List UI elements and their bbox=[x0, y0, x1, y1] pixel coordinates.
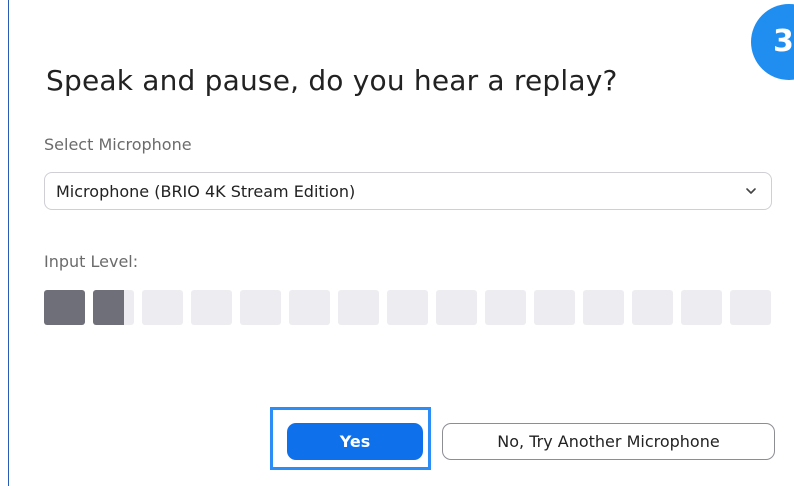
level-segment bbox=[142, 290, 183, 325]
microphone-select[interactable]: Microphone (BRIO 4K Stream Edition) bbox=[44, 172, 772, 210]
level-segment bbox=[44, 290, 85, 325]
try-another-microphone-button[interactable]: No, Try Another Microphone bbox=[442, 423, 775, 460]
level-segment bbox=[681, 290, 722, 325]
input-level-meter bbox=[44, 290, 772, 325]
microphone-select-value: Microphone (BRIO 4K Stream Edition) bbox=[56, 182, 356, 201]
chevron-down-icon bbox=[746, 188, 756, 194]
audio-test-dialog: Speak and pause, do you hear a replay? S… bbox=[9, 0, 794, 486]
level-segment bbox=[338, 290, 379, 325]
level-segment bbox=[632, 290, 673, 325]
input-level-label: Input Level: bbox=[44, 252, 139, 271]
select-microphone-label: Select Microphone bbox=[44, 135, 192, 154]
level-segment bbox=[583, 290, 624, 325]
level-segment bbox=[240, 290, 281, 325]
level-segment bbox=[436, 290, 477, 325]
level-segment bbox=[289, 290, 330, 325]
level-segment bbox=[93, 290, 134, 325]
level-segment bbox=[534, 290, 575, 325]
level-segment bbox=[387, 290, 428, 325]
level-segment bbox=[730, 290, 771, 325]
yes-button[interactable]: Yes bbox=[287, 423, 423, 460]
level-segment bbox=[191, 290, 232, 325]
dialog-title: Speak and pause, do you hear a replay? bbox=[46, 64, 618, 97]
level-segment bbox=[485, 290, 526, 325]
